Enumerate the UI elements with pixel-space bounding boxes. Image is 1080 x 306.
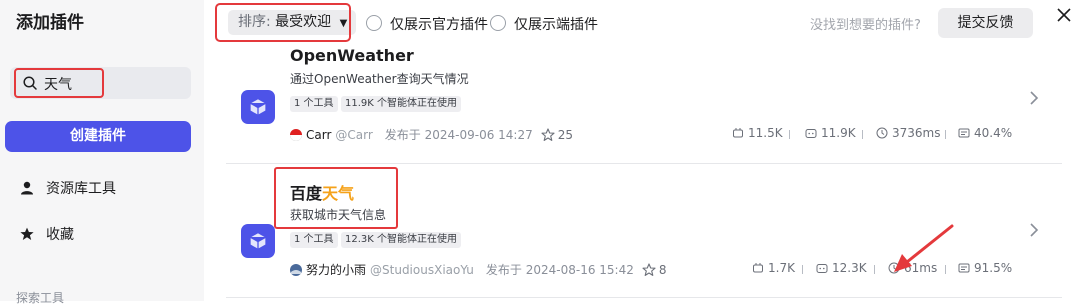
author-row: 努力的小雨 @StudiousXiaoYu 发布于 2024-08-16 15:… (290, 261, 667, 278)
stat-calls: 1.7K (752, 261, 795, 275)
radio-official-only[interactable] (366, 15, 382, 31)
sidebar-item-label: 收藏 (46, 227, 74, 243)
filter-client-label[interactable]: 仅展示端插件 (514, 14, 598, 34)
sort-annotation-box (215, 3, 351, 42)
author-row: Carr @Carr 发布于 2024-09-06 14:27 25 (290, 126, 573, 143)
usage-tag: 11.9K 个智能体正在使用 (341, 96, 462, 112)
chevron-right-icon[interactable] (1028, 222, 1040, 238)
sidebar-title: 添加插件 (16, 13, 84, 33)
divider (789, 130, 790, 139)
clock-icon (876, 127, 888, 139)
author-handle: @StudiousXiaoYu (370, 262, 474, 277)
favorite-count: 25 (557, 127, 574, 142)
publish-date: 发布于 2024-09-06 14:27 (384, 128, 533, 142)
star-icon (20, 227, 34, 240)
plugin-cube-icon (241, 224, 275, 258)
stat-value: 40.4% (974, 126, 1013, 140)
search-icon (23, 76, 37, 90)
plugin-tags: 1 个工具 12.3K 个智能体正在使用 (290, 232, 590, 248)
title-annotation-box (274, 167, 398, 229)
author-avatar (290, 128, 302, 141)
publish-date: 发布于 2024-08-16 15:42 (485, 263, 634, 277)
stat-calls: 11.5K (732, 126, 783, 140)
divider (945, 130, 946, 139)
divider (874, 265, 875, 274)
radio-client-only[interactable] (490, 15, 506, 31)
chevron-right-icon[interactable] (1028, 90, 1040, 106)
star-outline-icon[interactable] (642, 262, 656, 277)
stat-value: 1.7K (768, 261, 795, 275)
not-found-text: 没找到想要的插件? (810, 18, 921, 33)
filter-bar: 排序: 最受欢迎 ▼ 仅展示官方插件 仅展示端插件 没找到想要的插件? 提交反馈 (204, 0, 1080, 46)
plugin-calls-icon (753, 263, 763, 273)
plugin-cube-icon (241, 90, 275, 124)
feedback-button[interactable]: 提交反馈 (938, 8, 1033, 38)
stat-latency: 3736ms (876, 126, 940, 140)
tool-count-tag: 1 个工具 (290, 232, 338, 248)
sidebar-item-label: 资源库工具 (46, 181, 116, 197)
divider (862, 130, 863, 139)
close-icon[interactable] (1056, 7, 1072, 23)
stat-value: 11.9K (821, 126, 856, 140)
author-name[interactable]: Carr (306, 128, 331, 142)
stat-value: 11.5K (748, 126, 783, 140)
annotation-arrow (894, 224, 954, 272)
sidebar: 添加插件 天气 创建插件 资源库工具 收藏 探索工具 (0, 0, 204, 305)
divider (802, 265, 803, 274)
sidebar-item-favorites[interactable]: 收藏 (20, 224, 74, 244)
stat-bots: 11.9K (805, 126, 856, 140)
author-avatar (290, 263, 302, 276)
stat-bots: 12.3K (816, 261, 867, 275)
stat-value: 3736ms (892, 126, 941, 140)
stat-success-rate: 91.5% (958, 261, 1012, 275)
bot-icon (805, 129, 817, 138)
author-handle: @Carr (335, 127, 373, 142)
success-rate-icon (958, 128, 970, 138)
sidebar-section-explore: 探索工具 (16, 291, 65, 305)
author-name[interactable]: 努力的小雨 (306, 261, 366, 278)
star-outline-icon[interactable] (541, 127, 555, 142)
plugin-card[interactable]: OpenWeather 通过OpenWeather查询天气情况 1 个工具 11… (226, 46, 1062, 162)
plugin-title: OpenWeather (290, 46, 414, 65)
stat-value: 12.3K (832, 261, 867, 275)
plugin-tags: 1 个工具 11.9K 个智能体正在使用 (290, 96, 590, 112)
plugin-calls-icon (733, 128, 743, 138)
search-value[interactable]: 天气 (44, 74, 72, 94)
favorite-count: 8 (658, 262, 667, 277)
create-plugin-button[interactable]: 创建插件 (5, 121, 191, 152)
tool-count-tag: 1 个工具 (290, 96, 338, 112)
card-divider (226, 297, 1062, 298)
sidebar-item-library-tools[interactable]: 资源库工具 (20, 178, 116, 198)
usage-tag: 12.3K 个智能体正在使用 (341, 232, 462, 248)
plugin-description: 通过OpenWeather查询天气情况 (290, 72, 469, 86)
user-icon (21, 181, 33, 195)
bot-icon (816, 264, 828, 273)
stat-value: 91.5% (974, 261, 1013, 275)
filter-official-label[interactable]: 仅展示官方插件 (390, 14, 488, 34)
stat-success-rate: 40.4% (958, 126, 1012, 140)
